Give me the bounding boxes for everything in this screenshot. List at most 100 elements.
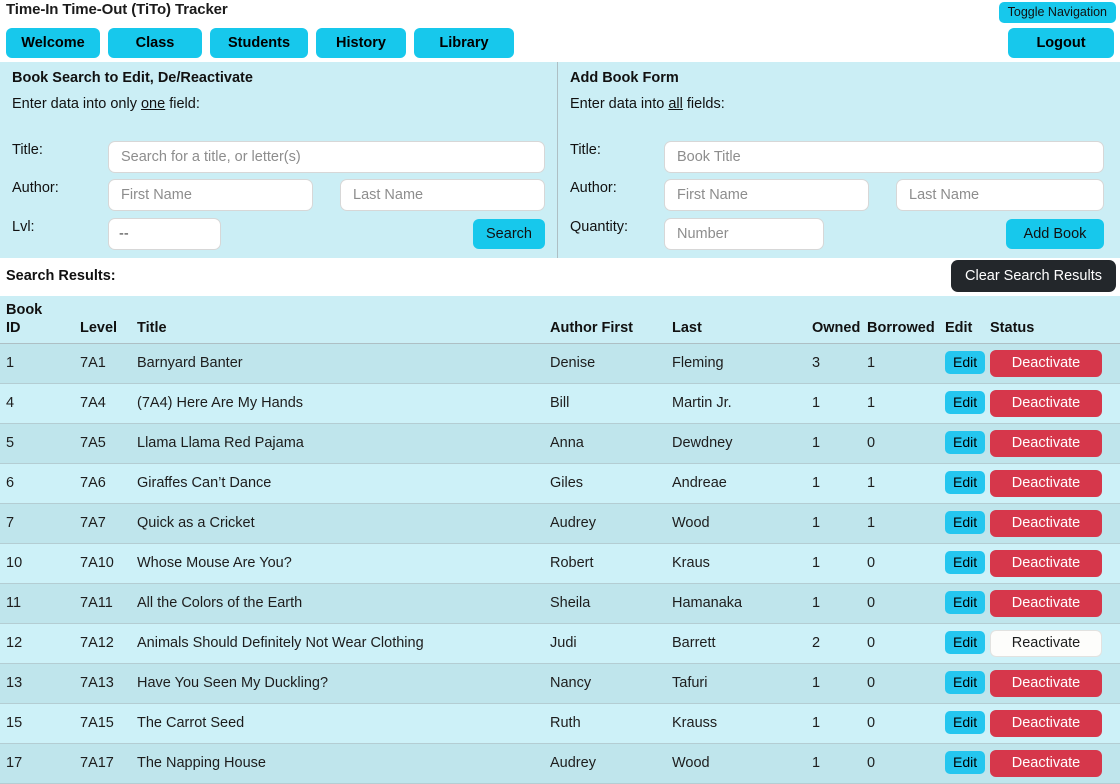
- cell-author-first: Sheila: [550, 584, 672, 624]
- search-button[interactable]: Search: [473, 219, 545, 249]
- add-author-first-input[interactable]: [664, 179, 869, 211]
- edit-button[interactable]: Edit: [945, 391, 985, 414]
- clear-search-results-button[interactable]: Clear Search Results: [951, 260, 1116, 292]
- table-row: 57A5Llama Llama Red PajamaAnnaDewdney10E…: [0, 424, 1120, 464]
- deactivate-button[interactable]: Deactivate: [990, 590, 1102, 617]
- add-author-label: Author:: [570, 180, 617, 196]
- cell-status: Deactivate: [990, 504, 1120, 544]
- deactivate-button[interactable]: Deactivate: [990, 710, 1102, 737]
- cell-status: Deactivate: [990, 704, 1120, 744]
- cell-title: All the Colors of the Earth: [125, 584, 550, 624]
- cell-level: 7A6: [80, 464, 125, 504]
- table-header: Book ID Level Title Author First Last Ow…: [0, 296, 1120, 344]
- add-instruction-text-pre: Enter data into: [570, 96, 668, 112]
- cell-edit: Edit: [945, 344, 990, 384]
- cell-book-id: 13: [0, 664, 80, 704]
- reactivate-button[interactable]: Reactivate: [990, 630, 1102, 657]
- cell-book-id: 5: [0, 424, 80, 464]
- table-row: 177A17The Napping HouseAudreyWood10EditD…: [0, 744, 1120, 784]
- book-search-panel: Book Search to Edit, De/Reactivate Enter…: [0, 62, 557, 258]
- nav-item-library[interactable]: Library: [414, 28, 514, 58]
- deactivate-button[interactable]: Deactivate: [990, 470, 1102, 497]
- add-author-last-input[interactable]: [896, 179, 1104, 211]
- cell-borrowed: 0: [867, 544, 945, 584]
- cell-borrowed: 0: [867, 584, 945, 624]
- cell-borrowed: 0: [867, 624, 945, 664]
- nav-item-class[interactable]: Class: [108, 28, 202, 58]
- cell-borrowed: 0: [867, 744, 945, 784]
- edit-button[interactable]: Edit: [945, 671, 985, 694]
- cell-edit: Edit: [945, 504, 990, 544]
- cell-author-first: Giles: [550, 464, 672, 504]
- cell-borrowed: 0: [867, 664, 945, 704]
- search-title-input[interactable]: [108, 141, 545, 173]
- edit-button[interactable]: Edit: [945, 751, 985, 774]
- cell-owned: 1: [812, 464, 867, 504]
- cell-title: Giraffes Can’t Dance: [125, 464, 550, 504]
- edit-button[interactable]: Edit: [945, 711, 985, 734]
- cell-author-last: Hamanaka: [672, 584, 812, 624]
- cell-status: Deactivate: [990, 344, 1120, 384]
- search-author-first-input[interactable]: [108, 179, 313, 211]
- add-title-input[interactable]: [664, 141, 1104, 173]
- cell-author-first: Robert: [550, 544, 672, 584]
- cell-owned: 2: [812, 624, 867, 664]
- deactivate-button[interactable]: Deactivate: [990, 550, 1102, 577]
- cell-borrowed: 1: [867, 504, 945, 544]
- cell-title: Animals Should Definitely Not Wear Cloth…: [125, 624, 550, 664]
- cell-book-id: 10: [0, 544, 80, 584]
- nav-item-welcome[interactable]: Welcome: [6, 28, 100, 58]
- cell-edit: Edit: [945, 464, 990, 504]
- panel-divider: [557, 62, 558, 258]
- nav-item-students[interactable]: Students: [210, 28, 308, 58]
- cell-title: The Carrot Seed: [125, 704, 550, 744]
- cell-level: 7A10: [80, 544, 125, 584]
- cell-status: Reactivate: [990, 624, 1120, 664]
- cell-title: Llama Llama Red Pajama: [125, 424, 550, 464]
- deactivate-button[interactable]: Deactivate: [990, 350, 1102, 377]
- book-search-instruction: Enter data into only one field:: [12, 96, 200, 112]
- cell-borrowed: 1: [867, 464, 945, 504]
- search-level-select[interactable]: --: [108, 218, 221, 250]
- search-title-label: Title:: [12, 142, 43, 158]
- deactivate-button[interactable]: Deactivate: [990, 510, 1102, 537]
- search-author-last-input[interactable]: [340, 179, 545, 211]
- edit-button[interactable]: Edit: [945, 631, 985, 654]
- cell-book-id: 17: [0, 744, 80, 784]
- cell-author-last: Kraus: [672, 544, 812, 584]
- deactivate-button[interactable]: Deactivate: [990, 390, 1102, 417]
- cell-author-last: Wood: [672, 504, 812, 544]
- edit-button[interactable]: Edit: [945, 351, 985, 374]
- cell-title: Barnyard Banter: [125, 344, 550, 384]
- table-header-row: Book ID Level Title Author First Last Ow…: [0, 296, 1120, 344]
- nav-item-history[interactable]: History: [316, 28, 406, 58]
- cell-book-id: 4: [0, 384, 80, 424]
- cell-owned: 1: [812, 704, 867, 744]
- add-book-instruction: Enter data into all fields:: [570, 96, 725, 112]
- deactivate-button[interactable]: Deactivate: [990, 430, 1102, 457]
- cell-title: Have You Seen My Duckling?: [125, 664, 550, 704]
- edit-button[interactable]: Edit: [945, 511, 985, 534]
- logout-button[interactable]: Logout: [1008, 28, 1114, 58]
- deactivate-button[interactable]: Deactivate: [990, 750, 1102, 777]
- column-header-title: Title: [125, 296, 550, 344]
- edit-button[interactable]: Edit: [945, 471, 985, 494]
- deactivate-button[interactable]: Deactivate: [990, 670, 1102, 697]
- toggle-navigation-button[interactable]: Toggle Navigation: [999, 2, 1116, 23]
- edit-button[interactable]: Edit: [945, 431, 985, 454]
- book-search-title: Book Search to Edit, De/Reactivate: [12, 70, 253, 86]
- cell-book-id: 1: [0, 344, 80, 384]
- table-row: 157A15The Carrot SeedRuthKrauss10EditDea…: [0, 704, 1120, 744]
- cell-level: 7A4: [80, 384, 125, 424]
- edit-button[interactable]: Edit: [945, 551, 985, 574]
- cell-edit: Edit: [945, 744, 990, 784]
- edit-button[interactable]: Edit: [945, 591, 985, 614]
- column-header-book-id: Book ID: [0, 296, 80, 344]
- table-row: 127A12Animals Should Definitely Not Wear…: [0, 624, 1120, 664]
- add-quantity-input[interactable]: [664, 218, 824, 250]
- cell-edit: Edit: [945, 384, 990, 424]
- column-header-edit: Edit: [945, 296, 990, 344]
- add-book-button[interactable]: Add Book: [1006, 219, 1104, 249]
- column-header-last: Last: [672, 296, 812, 344]
- cell-edit: Edit: [945, 704, 990, 744]
